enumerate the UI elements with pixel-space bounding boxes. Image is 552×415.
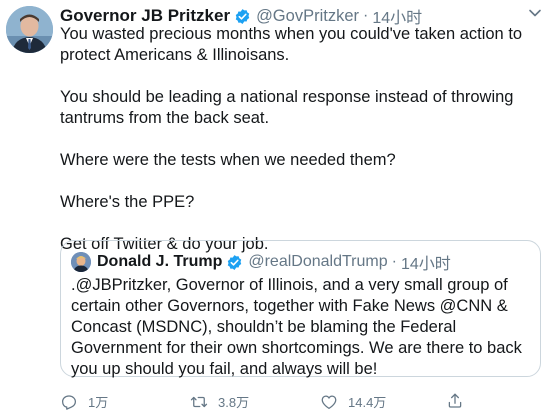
tweet-paragraph: Where were the tests when we needed them… [60, 151, 396, 169]
tweet-paragraph: You wasted precious months when you coul… [60, 25, 523, 64]
verified-badge-icon [228, 254, 242, 270]
tweet-paragraph: Where's the PPE? [60, 193, 195, 211]
reply-button[interactable]: 1万 [60, 392, 108, 411]
like-count: 14.4万 [348, 395, 387, 410]
retweet-count: 3.8万 [218, 395, 250, 410]
tweet[interactable]: Governor JB Pritzker @GovPritzker · 14小时… [0, 0, 552, 415]
tweet-actions: 1万 3.8万 14.4万 [60, 392, 540, 414]
tweet-text: You wasted precious months when you coul… [60, 24, 540, 276]
separator-dot: · [391, 253, 397, 270]
author-handle[interactable]: @GovPritzker [256, 7, 359, 26]
author-avatar[interactable] [6, 6, 53, 53]
like-icon [321, 395, 337, 409]
author-name[interactable]: Governor JB Pritzker [60, 6, 230, 26]
retweet-button[interactable]: 3.8万 [190, 392, 249, 411]
quoted-tweet-timestamp[interactable]: 14小时 [401, 250, 451, 274]
quoted-author-avatar [71, 252, 91, 272]
quoted-tweet-header: Donald J. Trump @realDonaldTrump · 14小时 [71, 251, 451, 273]
chevron-down-icon[interactable] [528, 8, 542, 18]
reply-icon [61, 394, 77, 410]
separator-dot: · [363, 7, 369, 24]
quoted-tweet[interactable]: Donald J. Trump @realDonaldTrump · 14小时 … [60, 240, 541, 378]
verified-badge-icon [235, 8, 250, 24]
share-icon [448, 393, 462, 408]
quoted-tweet-text: .@JBPritzker, Governor of Illinois, and … [71, 276, 522, 378]
tweet-paragraph: You should be leading a national respons… [60, 88, 514, 127]
reply-count: 1万 [88, 395, 109, 410]
retweet-icon [190, 396, 208, 407]
share-button[interactable] [446, 392, 474, 410]
quoted-author-name[interactable]: Donald J. Trump [97, 253, 222, 271]
like-button[interactable]: 14.4万 [320, 392, 386, 411]
quoted-author-handle[interactable]: @realDonaldTrump [248, 253, 387, 271]
